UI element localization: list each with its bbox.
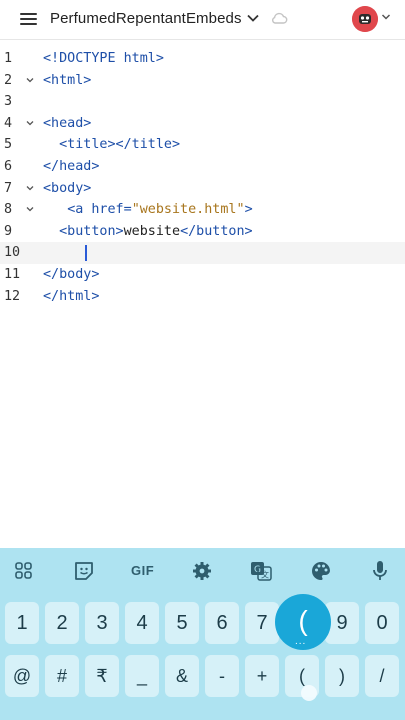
keyboard-toolbar: GIF G 文 xyxy=(0,548,405,594)
cloud-icon xyxy=(272,12,288,24)
fold-chevron-icon[interactable] xyxy=(25,204,35,214)
key-symbols-2[interactable]: ₹ xyxy=(85,655,119,697)
key-symbols-5[interactable]: - xyxy=(205,655,239,697)
code-line[interactable]: 4 <head> xyxy=(0,113,405,135)
code-token: </head> xyxy=(43,159,100,174)
line-number: 4 xyxy=(4,115,13,131)
line-number: 5 xyxy=(4,137,13,153)
code-text: <a href="website.html"> xyxy=(43,202,253,218)
code-text: </body> xyxy=(43,267,99,282)
line-number: 11 xyxy=(4,267,21,282)
key-symbols-0[interactable]: @ xyxy=(5,655,39,697)
settings-gear-icon[interactable] xyxy=(190,560,214,582)
code-text: <title></title> xyxy=(43,137,180,152)
code-text: <!DOCTYPE html> xyxy=(43,51,164,66)
code-token: <a xyxy=(67,202,92,218)
line-number: 7 xyxy=(4,180,13,196)
code-token: "website.html" xyxy=(131,202,245,218)
code-line[interactable]: 11 </body> xyxy=(0,264,405,286)
key-symbols-9[interactable]: / xyxy=(365,655,399,697)
translate-icon[interactable]: G 文 xyxy=(249,560,273,582)
code-line[interactable]: 9 <button>website</button> xyxy=(0,221,405,243)
project-title[interactable]: PerfumedRepentantEmbeds xyxy=(50,10,242,27)
code-line[interactable]: 7 <body> xyxy=(0,178,405,200)
code-text: <body> xyxy=(43,181,91,196)
code-editor[interactable]: 1 <!DOCTYPE html> 2 <html> 3 4 <head> 5 <title>… xyxy=(0,46,405,548)
code-token: </html> xyxy=(43,288,100,304)
apps-grid-icon[interactable] xyxy=(12,560,36,582)
key-preview-dots: ... xyxy=(295,636,307,647)
code-token: <head> xyxy=(43,115,92,131)
code-text: </head> xyxy=(43,159,99,174)
code-line[interactable]: 5 <title></title> xyxy=(0,134,405,156)
code-token: <button> xyxy=(59,223,124,239)
code-line[interactable]: 1 <!DOCTYPE html> xyxy=(0,48,405,70)
on-screen-keyboard: GIF G 文 1234567890 @#₹_&-+()/ xyxy=(0,548,405,720)
code-text: <head> xyxy=(43,116,91,131)
key-numbers-1[interactable]: 2 xyxy=(45,602,79,644)
fold-chevron-icon[interactable] xyxy=(25,183,35,193)
key-symbols-1[interactable]: # xyxy=(45,655,79,697)
code-token: <body> xyxy=(43,180,92,196)
line-number: 6 xyxy=(4,159,13,174)
menu-icon[interactable] xyxy=(20,12,37,26)
line-number: 2 xyxy=(4,72,13,88)
code-token: </body> xyxy=(43,267,100,282)
key-numbers-3[interactable]: 4 xyxy=(125,602,159,644)
key-symbols-8[interactable]: ) xyxy=(325,655,359,697)
microphone-icon[interactable] xyxy=(368,560,392,582)
code-line[interactable]: 6 </head> xyxy=(0,156,405,178)
key-numbers-4[interactable]: 5 xyxy=(165,602,199,644)
key-numbers-6[interactable]: 7 xyxy=(245,602,279,644)
code-token: href= xyxy=(91,202,132,218)
code-line[interactable]: 3 xyxy=(0,91,405,113)
drag-handle[interactable] xyxy=(301,685,317,701)
chevron-down-icon[interactable] xyxy=(246,11,260,25)
code-line[interactable]: 12 </html> xyxy=(0,286,405,308)
key-symbols-6[interactable]: + xyxy=(245,655,279,697)
code-token: <title></title> xyxy=(59,137,181,153)
gif-icon[interactable]: GIF xyxy=(131,563,154,578)
palette-icon[interactable] xyxy=(309,560,333,582)
key-numbers-5[interactable]: 6 xyxy=(205,602,239,644)
fold-chevron-icon[interactable] xyxy=(25,75,35,85)
chevron-down-icon[interactable] xyxy=(381,12,391,22)
text-cursor xyxy=(85,245,87,262)
line-number: 1 xyxy=(4,51,13,66)
key-numbers-0[interactable]: 1 xyxy=(5,602,39,644)
top-app-bar: PerfumedRepentantEmbeds xyxy=(0,0,405,40)
code-line[interactable]: 2 <html> xyxy=(0,70,405,92)
code-text: </html> xyxy=(43,289,99,304)
code-token: website xyxy=(123,223,181,239)
avatar[interactable] xyxy=(352,6,378,32)
svg-text:文: 文 xyxy=(261,570,269,580)
key-symbols-4[interactable]: & xyxy=(165,655,199,697)
key-symbols-3[interactable]: _ xyxy=(125,655,159,697)
code-line[interactable]: 10 xyxy=(0,242,405,264)
code-line[interactable]: 8 <a href="website.html"> xyxy=(0,199,405,221)
line-number: 9 xyxy=(4,223,13,239)
line-number: 8 xyxy=(4,202,13,218)
code-text: <html> xyxy=(43,73,91,88)
code-text: <button>website</button> xyxy=(43,224,253,239)
code-token: </button> xyxy=(180,223,253,239)
key-numbers-2[interactable]: 3 xyxy=(85,602,119,644)
code-token: <!DOCTYPE html> xyxy=(43,51,164,66)
line-number: 3 xyxy=(4,94,13,110)
code-token: > xyxy=(244,202,253,218)
line-number: 10 xyxy=(4,245,21,261)
sticker-icon[interactable] xyxy=(72,560,96,582)
avatar-face-icon xyxy=(352,6,378,32)
line-number: 12 xyxy=(4,288,21,304)
key-numbers-9[interactable]: 0 xyxy=(365,602,399,644)
code-token: <html> xyxy=(43,72,92,88)
fold-chevron-icon[interactable] xyxy=(25,118,35,128)
